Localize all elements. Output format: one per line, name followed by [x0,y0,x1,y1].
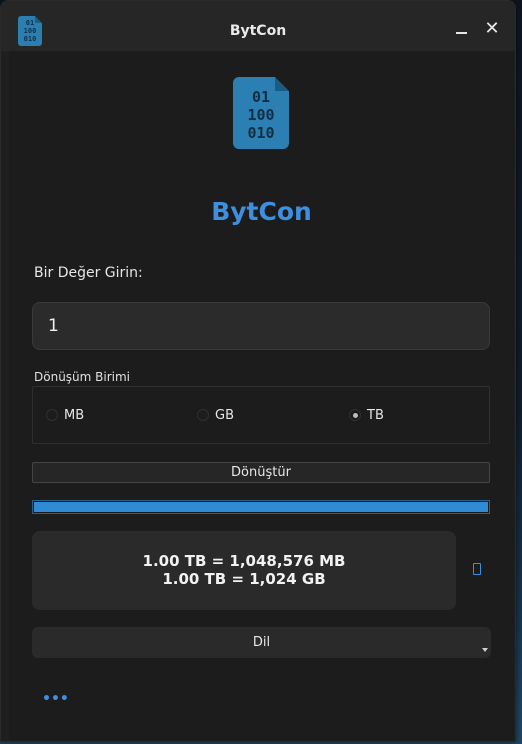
result-line-mb: 1.00 TB = 1,048,576 MB [142,552,346,570]
radio-label: MB [64,408,85,423]
copy-icon[interactable] [473,563,481,575]
radio-circle-icon [46,409,58,421]
window-title: BytCon [229,23,287,39]
radio-label: GB [215,408,234,423]
chevron-down-icon [482,648,488,652]
radio-label: TB [367,408,384,423]
language-select[interactable]: Dil [32,627,491,658]
minimize-button[interactable] [451,19,471,39]
close-icon: ✕ [484,18,500,39]
value-input-label: Bir Değer Girin: [34,265,143,281]
progress-fill [34,502,488,512]
main-content: 01100010 BytCon Bir Değer Girin: Dönüşüm… [9,51,514,741]
close-button[interactable]: ✕ [482,19,502,39]
progress-bar [32,500,490,514]
result-box: 1.00 TB = 1,048,576 MB 1.00 TB = 1,024 G… [32,531,456,610]
minimize-icon [455,32,467,34]
language-select-value: Dil [252,635,271,650]
value-input[interactable] [32,302,490,350]
unit-radio-group: MB GB TB [32,386,490,444]
more-options-button[interactable]: ••• [42,691,69,707]
unit-label: Dönüşüm Birimi [34,370,131,384]
app-name-heading: BytCon [211,197,312,226]
logo-bits: 01 100 010 [247,88,275,142]
convert-button[interactable]: Dönüştür [32,462,490,483]
radio-circle-icon [197,409,209,421]
result-line-gb: 1.00 TB = 1,024 GB [162,570,326,588]
app-window: 01 100 010 BytCon ✕ 01 100 010 BytCon Bir De… [0,0,516,742]
binary-file-icon: 01 100 010 [233,77,289,149]
title-bar: 01 100 010 BytCon ✕ [1,1,515,51]
radio-circle-icon [349,409,361,421]
